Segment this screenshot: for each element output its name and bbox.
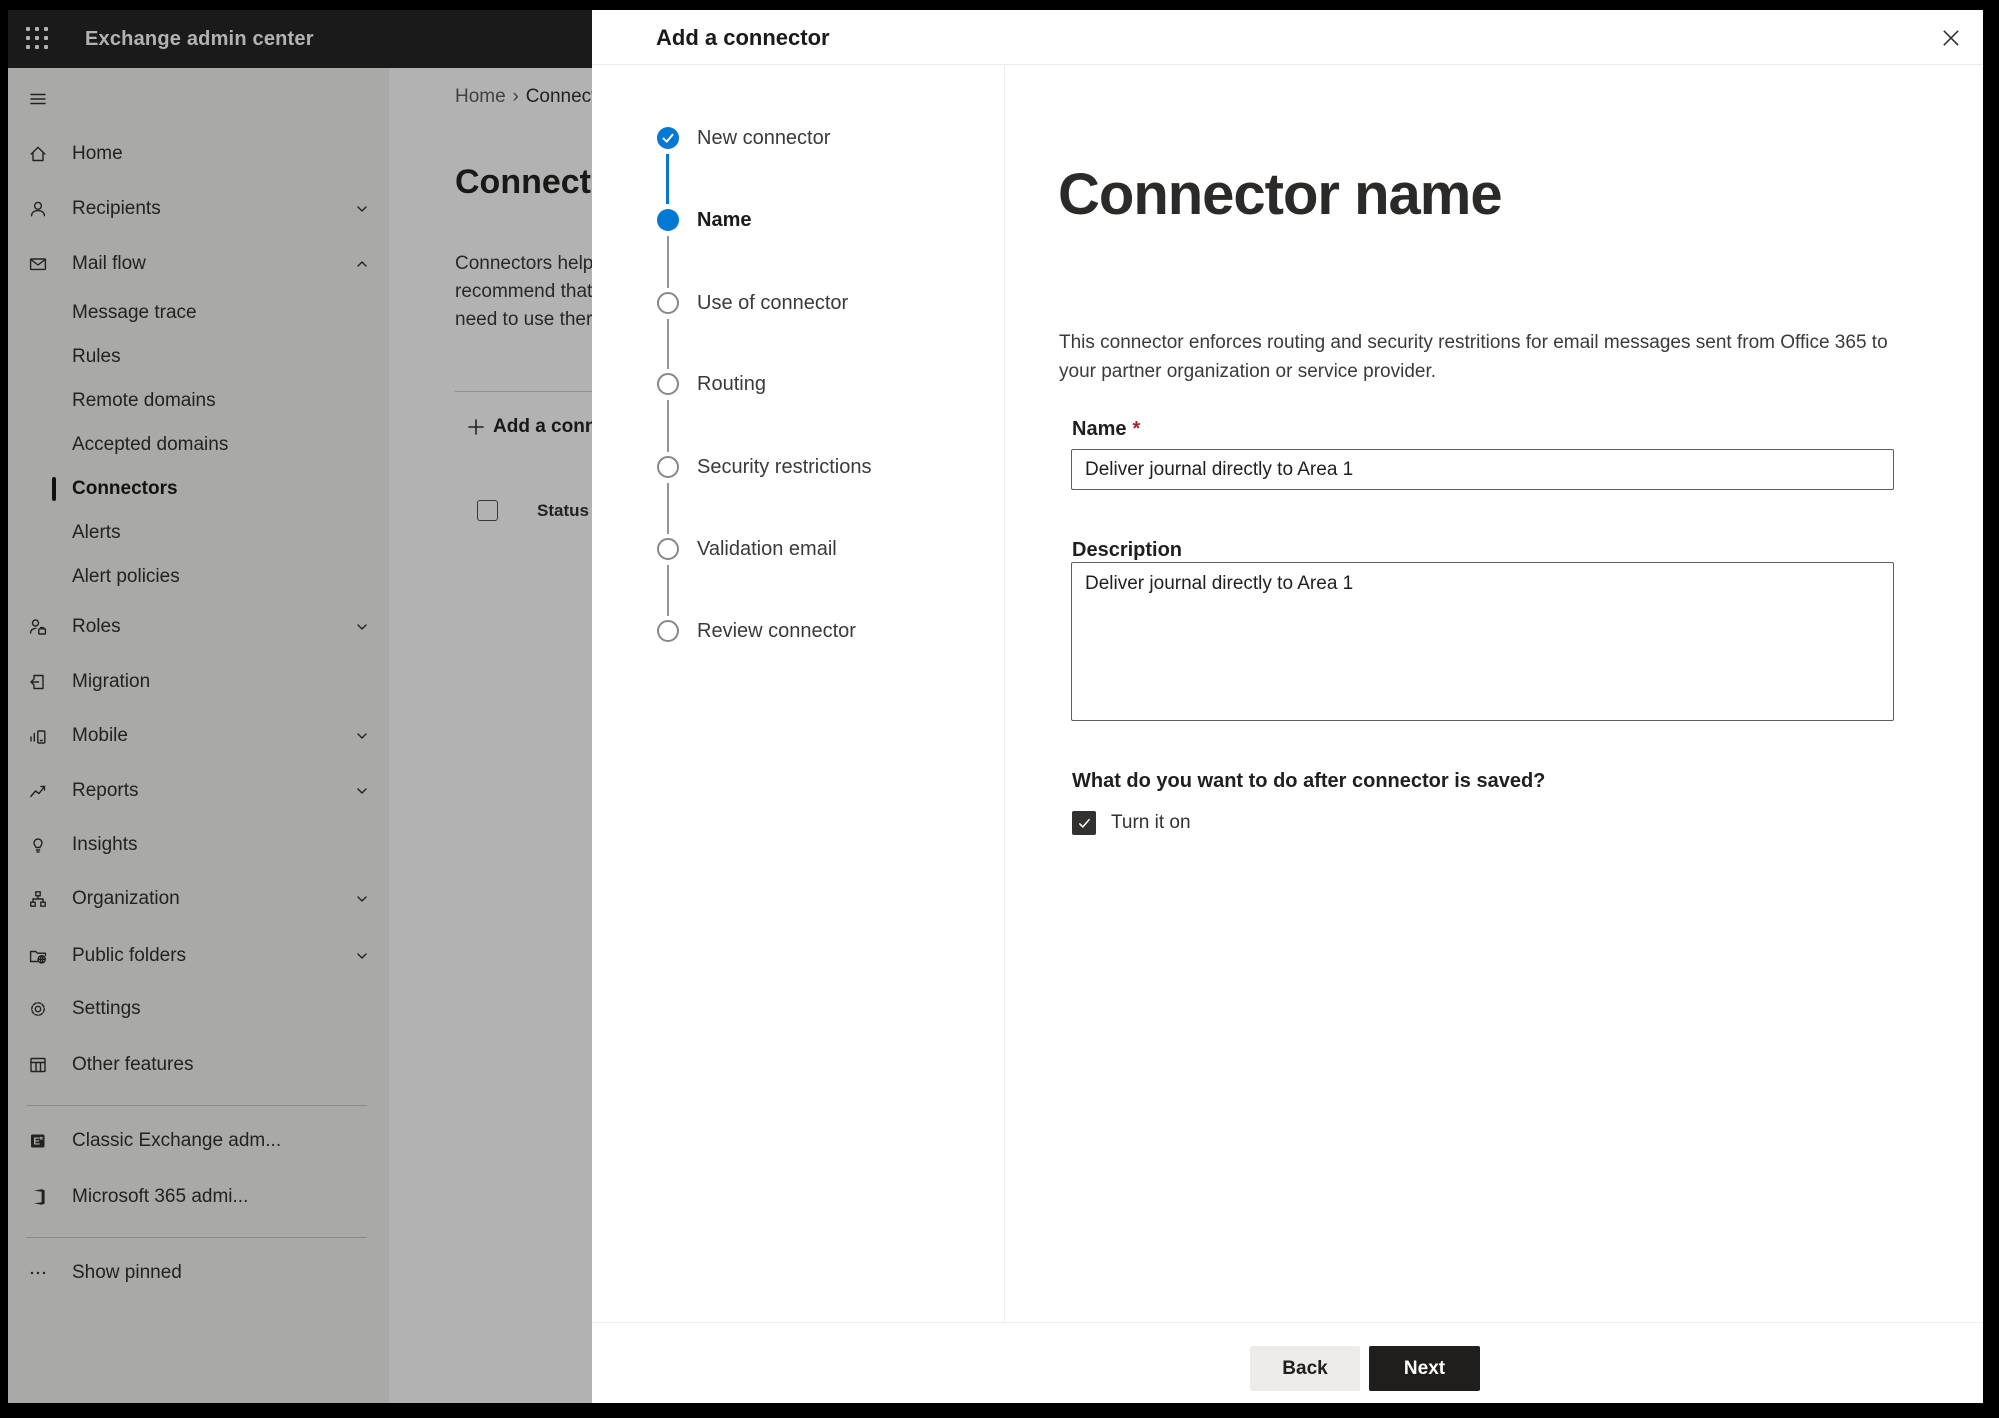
step-connector-line bbox=[667, 483, 669, 534]
step-connector-line bbox=[666, 154, 669, 204]
turn-it-on-checkbox-row[interactable]: Turn it on bbox=[1072, 810, 1191, 836]
step-use-of-connector[interactable]: Use of connector bbox=[592, 283, 1004, 323]
content-description: This connector enforces routing and secu… bbox=[1059, 332, 1888, 382]
name-field-label: Name * bbox=[1072, 418, 1141, 440]
dialog-footer: Back Next bbox=[592, 1322, 1983, 1403]
step-connector-line bbox=[667, 565, 669, 616]
wizard-content: Connector name This connector enforces r… bbox=[1005, 66, 1983, 1322]
step-connector-line bbox=[667, 236, 669, 288]
name-input[interactable] bbox=[1071, 449, 1894, 490]
description-textarea[interactable]: Deliver journal directly to Area 1 bbox=[1071, 562, 1894, 721]
screen: Exchange admin center Home Recipients Ma… bbox=[0, 0, 1999, 1418]
after-save-question: What do you want to do after connector i… bbox=[1072, 770, 1546, 792]
step-validation-email[interactable]: Validation email bbox=[592, 529, 1004, 569]
step-security-restrictions[interactable]: Security restrictions bbox=[592, 447, 1004, 487]
step-upcoming-dot bbox=[657, 292, 679, 314]
dialog-header: Add a connector bbox=[592, 10, 1983, 65]
required-asterisk: * bbox=[1132, 418, 1141, 440]
step-current-dot bbox=[657, 209, 679, 231]
wizard-steps-rail: New connector Name Use of connector Rout… bbox=[592, 66, 1005, 1322]
dialog-title: Add a connector bbox=[656, 25, 830, 50]
step-connector-line bbox=[667, 400, 669, 452]
checkbox-checked-icon[interactable] bbox=[1072, 811, 1096, 835]
step-review-connector[interactable]: Review connector bbox=[592, 611, 1004, 651]
step-new-connector[interactable]: New connector bbox=[592, 118, 1004, 158]
close-button[interactable] bbox=[1933, 20, 1969, 56]
back-button[interactable]: Back bbox=[1250, 1346, 1360, 1391]
app-window: Exchange admin center Home Recipients Ma… bbox=[8, 10, 1983, 1403]
step-name[interactable]: Name bbox=[592, 200, 1004, 240]
description-field-label: Description bbox=[1072, 539, 1183, 561]
content-heading: Connector name bbox=[1058, 162, 1503, 227]
step-upcoming-dot bbox=[657, 538, 679, 560]
step-upcoming-dot bbox=[657, 373, 679, 395]
next-button[interactable]: Next bbox=[1369, 1346, 1480, 1391]
close-icon bbox=[1943, 30, 1959, 46]
step-upcoming-dot bbox=[657, 456, 679, 478]
turn-it-on-label: Turn it on bbox=[1111, 812, 1191, 833]
step-connector-line bbox=[667, 319, 669, 369]
step-routing[interactable]: Routing bbox=[592, 364, 1004, 404]
step-upcoming-dot bbox=[657, 620, 679, 642]
step-completed-check-icon bbox=[657, 127, 679, 149]
add-connector-dialog: Add a connector New connector Name Use o… bbox=[592, 10, 1983, 1403]
